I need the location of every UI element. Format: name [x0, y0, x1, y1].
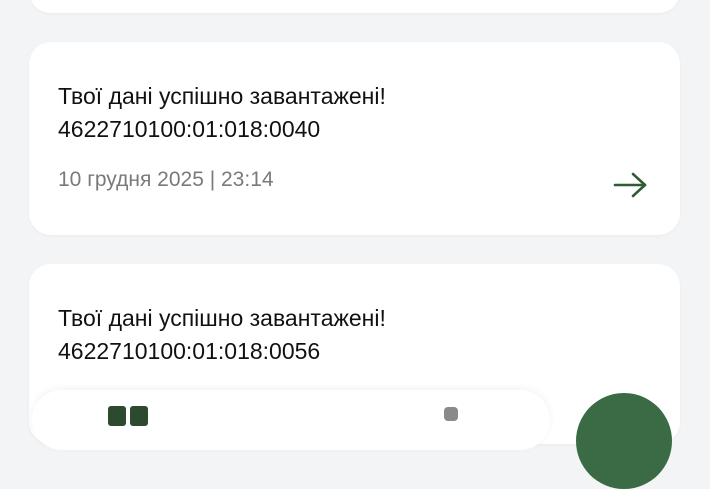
nav-icon[interactable] — [444, 407, 458, 421]
notification-card-partial[interactable] — [29, 0, 680, 13]
notification-card[interactable]: Твої дані успішно завантажені! 462271010… — [29, 42, 680, 235]
notification-code: 4622710100:01:018:0040 — [58, 116, 321, 142]
bottom-navigation-bar — [32, 390, 550, 450]
grid-icon[interactable] — [108, 406, 152, 426]
notification-code: 4622710100:01:018:0056 — [58, 338, 321, 364]
notification-title: Твої дані успішно завантажені! — [58, 305, 386, 331]
notification-title: Твої дані успішно завантажені! — [58, 83, 386, 109]
arrow-right-icon[interactable] — [613, 170, 649, 200]
notification-date: 10 грудня 2025 | 23:14 — [58, 168, 274, 191]
action-button[interactable] — [576, 393, 672, 489]
